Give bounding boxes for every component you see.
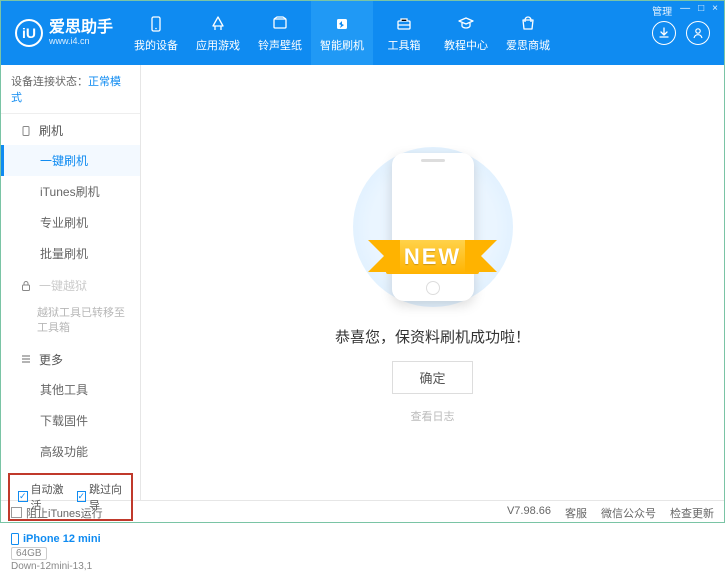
toolbox-icon bbox=[394, 14, 414, 34]
nav-device[interactable]: 我的设备 bbox=[125, 1, 187, 65]
footer-link[interactable]: 微信公众号 bbox=[601, 505, 656, 521]
minimize-button[interactable]: — bbox=[680, 3, 690, 18]
logo-icon: iU bbox=[15, 19, 43, 47]
footer-link[interactable]: 检查更新 bbox=[670, 505, 714, 521]
flash-group-icon bbox=[19, 124, 33, 138]
app-header: iU 爱思助手 www.i4.cn 我的设备应用游戏铃声壁纸智能刷机工具箱教程中… bbox=[1, 1, 724, 65]
checkbox-icon: ✓ bbox=[77, 491, 87, 502]
new-ribbon: NEW bbox=[386, 240, 479, 274]
sidebar-group-jailbreak[interactable]: 一键越狱 bbox=[1, 269, 140, 300]
status-label: 设备连接状态： bbox=[11, 76, 88, 88]
main-content: NEW 恭喜您，保资料刷机成功啦！ 确定 查看日志 bbox=[141, 65, 724, 500]
sidebar-item[interactable]: 一键刷机 bbox=[1, 145, 140, 176]
download-button[interactable] bbox=[652, 21, 676, 45]
sidebar-item[interactable]: 其他工具 bbox=[1, 374, 140, 405]
media-icon bbox=[270, 14, 290, 34]
nav-toolbox[interactable]: 工具箱 bbox=[373, 1, 435, 65]
footer-link[interactable]: 客服 bbox=[565, 505, 587, 521]
nav-flash[interactable]: 智能刷机 bbox=[311, 1, 373, 65]
window-controls: 管理 — □ × bbox=[652, 3, 718, 18]
block-itunes-label: 阻止iTunes运行 bbox=[26, 505, 103, 521]
phone-icon bbox=[11, 533, 19, 545]
flash-icon bbox=[332, 14, 352, 34]
nav-apps[interactable]: 应用游戏 bbox=[187, 1, 249, 65]
sidebar-item[interactable]: 专业刷机 bbox=[1, 207, 140, 238]
success-illustration: NEW bbox=[343, 142, 523, 312]
nav-tutorial[interactable]: 教程中心 bbox=[435, 1, 497, 65]
header-right bbox=[652, 21, 724, 45]
checkbox-icon: ✓ bbox=[18, 491, 28, 502]
apps-icon bbox=[208, 14, 228, 34]
menu-button[interactable]: 管理 bbox=[652, 3, 672, 18]
success-message: 恭喜您，保资料刷机成功啦！ bbox=[335, 326, 530, 347]
tutorial-icon bbox=[456, 14, 476, 34]
device-info: iPhone 12 mini 64GB Down-12mini-13,1 bbox=[1, 527, 140, 580]
logo-area: iU 爱思助手 www.i4.cn bbox=[1, 19, 125, 47]
user-icon[interactable] bbox=[686, 21, 710, 45]
app-name: 爱思助手 bbox=[49, 20, 113, 36]
sidebar-group-more[interactable]: 更多 bbox=[1, 343, 140, 374]
sidebar-item[interactable]: 下载固件 bbox=[1, 405, 140, 436]
maximize-button[interactable]: □ bbox=[698, 3, 704, 18]
top-nav: 我的设备应用游戏铃声壁纸智能刷机工具箱教程中心爱思商城 bbox=[125, 1, 652, 65]
device-icon bbox=[146, 14, 166, 34]
more-group-icon bbox=[19, 352, 33, 366]
jailbreak-group-icon bbox=[19, 279, 33, 293]
sidebar-group-flash[interactable]: 刷机 bbox=[1, 114, 140, 145]
ok-button[interactable]: 确定 bbox=[392, 361, 472, 394]
store-icon bbox=[518, 14, 538, 34]
device-model: Down-12mini-13,1 bbox=[11, 561, 130, 572]
version-label: V7.98.66 bbox=[507, 505, 551, 521]
nav-media[interactable]: 铃声壁纸 bbox=[249, 1, 311, 65]
sidebar-item[interactable]: iTunes刷机 bbox=[1, 176, 140, 207]
view-log-link[interactable]: 查看日志 bbox=[411, 408, 455, 424]
sidebar-item[interactable]: 高级功能 bbox=[1, 436, 140, 467]
sidebar: 设备连接状态：正常模式 刷机一键刷机iTunes刷机专业刷机批量刷机一键越狱越狱… bbox=[1, 65, 141, 500]
block-itunes-checkbox[interactable] bbox=[11, 507, 22, 518]
app-site: www.i4.cn bbox=[49, 36, 113, 46]
device-name[interactable]: iPhone 12 mini bbox=[11, 533, 130, 545]
sidebar-item[interactable]: 批量刷机 bbox=[1, 238, 140, 269]
sidebar-note: 越狱工具已转移至工具箱 bbox=[1, 300, 140, 343]
close-button[interactable]: × bbox=[712, 3, 718, 18]
nav-store[interactable]: 爱思商城 bbox=[497, 1, 559, 65]
device-capacity: 64GB bbox=[11, 547, 47, 560]
connection-status: 设备连接状态：正常模式 bbox=[1, 65, 140, 114]
